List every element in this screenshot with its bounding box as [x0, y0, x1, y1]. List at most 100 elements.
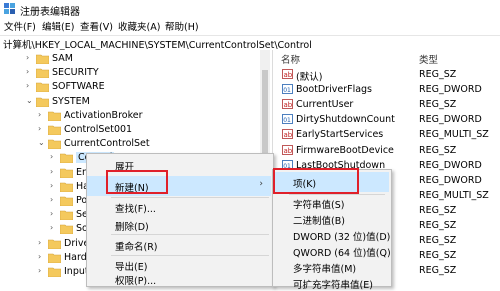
tree-node[interactable]: › SOFTWARE	[0, 80, 260, 94]
folder-icon	[59, 168, 74, 178]
address-bar[interactable]: 计算机\HKEY_LOCAL_MACHINE\SYSTEM\CurrentCon…	[0, 35, 500, 51]
column-header-type[interactable]: 类型	[419, 52, 438, 66]
chevron-right-icon[interactable]: ›	[50, 181, 58, 191]
tree-node-label: SAM	[52, 53, 73, 64]
svg-text:ab: ab	[284, 101, 293, 109]
ctx-permissions-item[interactable]: 权限(P)...	[87, 272, 271, 287]
value-type: REG_DWORD	[419, 174, 482, 186]
new-qword-value-label: QWORD (64 位)值(Q)	[293, 248, 391, 259]
tree-node[interactable]: › SAM	[0, 52, 260, 66]
menu-view[interactable]: 查看(V)	[80, 19, 113, 33]
column-header-name[interactable]: 名称	[281, 52, 300, 66]
window-title: 注册表编辑器	[20, 7, 80, 18]
chevron-right-icon[interactable]: ›	[38, 238, 46, 248]
ctx-rename-item[interactable]: 重命名(R)	[87, 238, 271, 253]
new-expandable-string-value-item[interactable]: 可扩充字符串值(E)	[273, 276, 389, 291]
value-row[interactable]: 01 DirtyShutdownCount REG_DWORD	[273, 112, 500, 128]
tree-node-label: SECURITY	[52, 67, 99, 79]
tree-node-label: SOFTWARE	[52, 81, 105, 93]
menu-bar: 文件(F) 编辑(E) 查看(V) 收藏夹(A) 帮助(H)	[0, 18, 500, 34]
menu-separator	[111, 255, 269, 256]
folder-icon	[47, 239, 62, 249]
folder-icon	[35, 54, 50, 65]
value-type: REG_SZ	[419, 235, 457, 247]
ctx-find-label: 查找(F)...	[115, 204, 156, 215]
chevron-right-icon[interactable]: ›	[26, 67, 34, 77]
registry-editor-icon	[4, 3, 15, 14]
folder-icon	[59, 182, 74, 193]
folder-icon	[47, 125, 62, 136]
binary-value-icon: 01	[282, 114, 293, 124]
ctx-delete-item[interactable]: 删除(D)	[87, 218, 271, 233]
chevron-right-icon[interactable]: ›	[50, 152, 58, 162]
ctx-find-item[interactable]: 查找(F)...	[87, 200, 271, 215]
chevron-right-icon[interactable]: ›	[50, 223, 58, 233]
tree-node[interactable]: › SECURITY	[0, 66, 260, 80]
new-qword-value-item[interactable]: QWORD (64 位)值(Q)	[273, 244, 391, 259]
new-binary-value-item[interactable]: 二进制值(B)	[273, 212, 389, 227]
value-type: REG_SZ	[419, 220, 457, 231]
chevron-right-icon[interactable]: ›	[38, 266, 46, 276]
chevron-right-icon[interactable]: ›	[38, 252, 46, 262]
value-name: EarlyStartServices	[296, 129, 384, 141]
ctx-delete-label: 删除(D)	[115, 222, 149, 233]
new-multi-string-value-item[interactable]: 多字符串值(M)	[273, 260, 389, 275]
menu-favorites[interactable]: 收藏夹(A)	[118, 19, 160, 33]
new-expandable-string-value-label: 可扩充字符串值(E)	[293, 280, 373, 291]
value-type: REG_MULTI_SZ	[419, 189, 489, 201]
tree-node[interactable]: › ControlSet001	[0, 123, 260, 137]
address-path[interactable]: 计算机\HKEY_LOCAL_MACHINE\SYSTEM\CurrentCon…	[3, 37, 312, 51]
value-type: REG_SZ	[419, 99, 457, 111]
ctx-export-label: 导出(E)	[115, 262, 148, 273]
svg-text:ab: ab	[284, 71, 293, 79]
tree-node-label: ActivationBroker	[64, 109, 143, 121]
tree-node[interactable]: ⌄ SYSTEM	[0, 95, 260, 109]
chevron-right-icon[interactable]: ›	[38, 124, 46, 134]
chevron-right-icon[interactable]: ›	[50, 195, 58, 205]
string-value-icon: ab	[282, 129, 293, 139]
chevron-right-icon[interactable]: ›	[26, 81, 34, 91]
menu-separator	[289, 194, 385, 195]
value-type: REG_SZ	[419, 250, 457, 262]
chevron-down-icon[interactable]: ⌄	[38, 138, 46, 148]
new-string-value-item[interactable]: 字符串值(S)	[273, 196, 389, 211]
menu-file[interactable]: 文件(F)	[4, 19, 36, 33]
svg-text:01: 01	[283, 87, 291, 94]
new-binary-value-label: 二进制值(B)	[293, 216, 345, 227]
string-value-icon: ab	[282, 69, 293, 79]
tree-node-label: ControlSet001	[64, 124, 133, 135]
new-string-value-label: 字符串值(S)	[293, 200, 345, 211]
annotation-box-key	[273, 168, 359, 194]
chevron-right-icon[interactable]: ›	[38, 110, 46, 120]
folder-icon	[59, 210, 74, 221]
folder-icon	[35, 82, 50, 93]
chevron-right-icon: ›	[259, 179, 263, 189]
value-row[interactable]: ab (默认) REG_SZ	[273, 67, 500, 83]
chevron-right-icon[interactable]: ›	[26, 53, 34, 63]
new-dword-value-item[interactable]: DWORD (32 位)值(D)	[273, 228, 391, 243]
value-row[interactable]: 01 BootDriverFlags REG_DWORD	[273, 82, 500, 98]
chevron-right-icon[interactable]: ›	[50, 209, 58, 219]
chevron-down-icon[interactable]: ⌄	[26, 96, 34, 106]
new-dword-value-label: DWORD (32 位)值(D)	[293, 232, 391, 243]
tree-node[interactable]: ⌄ CurrentControlSet	[0, 137, 260, 151]
ctx-export-item[interactable]: 导出(E)	[87, 258, 271, 273]
menu-separator	[111, 234, 269, 235]
value-name: FirmwareBootDevice	[296, 144, 394, 156]
value-row[interactable]: ab CurrentUser REG_SZ	[273, 97, 500, 113]
value-row[interactable]: ab FirmwareBootDevice REG_SZ	[273, 143, 500, 159]
new-multi-string-value-label: 多字符串值(M)	[293, 264, 357, 275]
menu-edit[interactable]: 编辑(E)	[42, 19, 74, 33]
svg-text:ab: ab	[284, 147, 293, 155]
value-name: CurrentUser	[296, 99, 354, 111]
value-row[interactable]: ab EarlyStartServices REG_MULTI_SZ	[273, 127, 500, 143]
menu-separator	[111, 197, 269, 198]
tree-node-label: CurrentControlSet	[64, 138, 150, 150]
value-type: REG_SZ	[419, 265, 457, 277]
chevron-right-icon[interactable]: ›	[50, 167, 58, 177]
tree-node[interactable]: › ActivationBroker	[0, 109, 260, 123]
folder-icon	[47, 267, 62, 278]
menu-help[interactable]: 帮助(H)	[165, 19, 199, 33]
folder-icon	[59, 196, 74, 207]
tree-node-label: SYSTEM	[52, 95, 90, 107]
